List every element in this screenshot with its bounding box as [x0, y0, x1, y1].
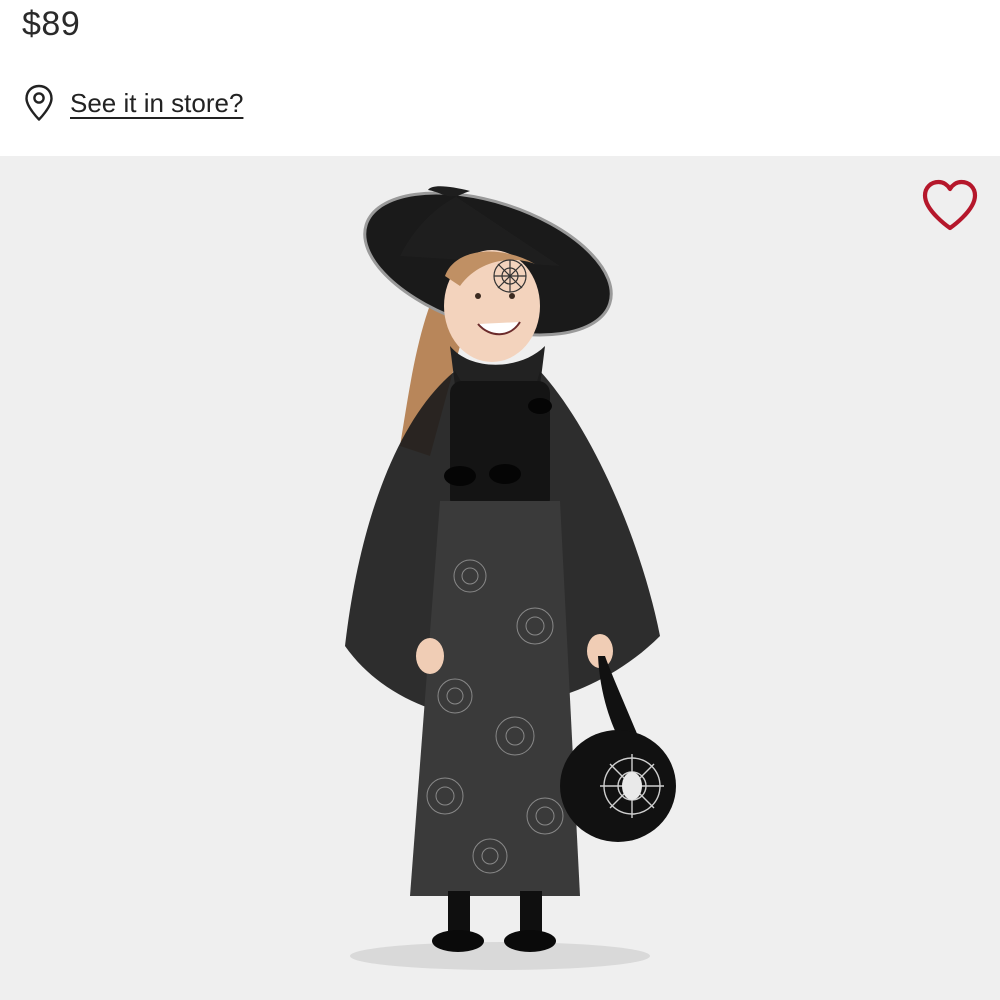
product-photo [0, 156, 1000, 1000]
see-in-store-link[interactable]: See it in store? [70, 88, 243, 119]
product-price: $89 [22, 5, 81, 43]
see-in-store-row[interactable]: See it in store? [24, 80, 243, 126]
heart-outline-icon [922, 179, 978, 231]
location-pin-icon [24, 84, 54, 122]
product-image-gallery[interactable] [0, 156, 1000, 1000]
favorite-button[interactable] [920, 178, 980, 234]
